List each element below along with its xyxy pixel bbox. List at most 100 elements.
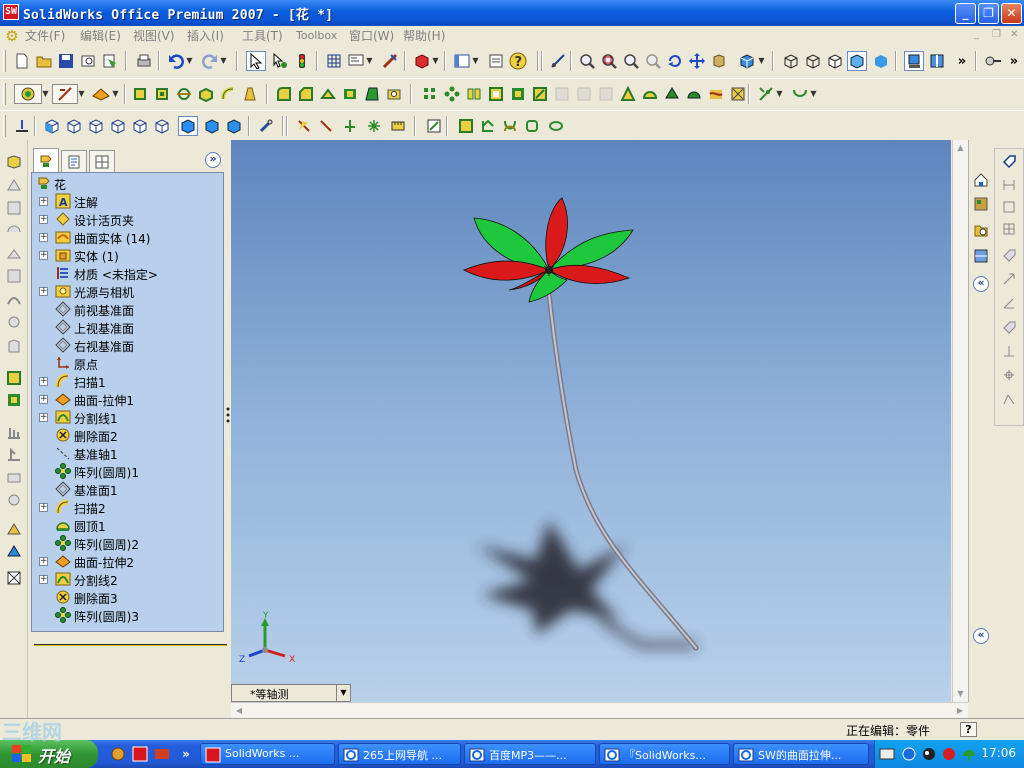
weld-symbol-icon[interactable] [999,365,1019,385]
print-icon[interactable] [134,51,154,71]
tree-item[interactable]: + 曲面实体 (14) [32,228,223,246]
tree-item[interactable]: + A 注解 [32,192,223,210]
quicklaunch-overflow-icon[interactable]: » [176,744,196,764]
tree-item[interactable]: + 实体 (1) [32,246,223,264]
tree-expand-icon[interactable]: + [39,377,48,386]
notes-icon[interactable] [486,51,506,71]
configuration-manager-tab[interactable] [89,150,115,172]
knit-tool-icon[interactable] [4,244,24,264]
start-button[interactable]: 开始 [0,740,98,768]
new-document-icon[interactable] [12,51,32,71]
rotate-view-icon[interactable] [665,51,685,71]
photoworks-dropdown-icon[interactable]: ▼ [432,51,439,71]
tree-item[interactable]: 材质 <未指定> [32,264,223,282]
normal-to-icon[interactable] [12,116,32,136]
grid-snap-icon[interactable] [999,219,1019,239]
taskbar-task-solidworks[interactable]: SolidWorks ... [200,743,335,765]
menu-file[interactable]: 文件(F) [25,28,65,44]
tree-item[interactable]: 删除面2 [32,426,223,444]
view-orientation-dropdown-icon[interactable]: ▼ [758,51,765,71]
tree-expand-icon[interactable]: + [39,215,48,224]
close-button[interactable]: ✕ [1001,3,1022,24]
shell-icon[interactable] [340,84,360,104]
ruler-icon[interactable] [388,116,408,136]
point-icon[interactable] [364,116,384,136]
cut-revolve-icon[interactable] [508,84,528,104]
sketch-entity-icon[interactable] [294,116,314,136]
tree-item[interactable]: 右视基准面 [32,336,223,354]
tree-expand-icon[interactable]: + [39,413,48,422]
status-help-button[interactable]: ? [960,722,977,737]
section-view-icon[interactable] [927,51,947,71]
boundary-tool-icon[interactable] [4,176,24,196]
chamfer-icon[interactable] [296,84,316,104]
menu-toolbox[interactable]: Toolbox [296,28,337,44]
cut-sweep-icon[interactable] [530,84,550,104]
taskbar-task-browser-2[interactable]: 百度MP3——... [464,743,596,765]
tree-item[interactable]: 阵列(圆周)3 [32,606,223,624]
undo-dropdown-icon[interactable]: ▼ [186,51,193,71]
tree-item[interactable]: 圆顶1 [32,516,223,534]
move-face-icon[interactable] [4,422,24,442]
sketch-icon[interactable] [380,51,400,71]
cut-thicken-icon[interactable] [596,84,616,104]
datum-icon[interactable] [999,317,1019,337]
loft-tool-icon[interactable] [4,152,24,172]
design-library-icon[interactable] [971,194,991,214]
tree-item[interactable]: 上视基准面 [32,318,223,336]
grid-icon[interactable] [324,51,344,71]
linear-pattern-icon[interactable] [420,84,440,104]
zoom-area-icon[interactable] [599,51,619,71]
tree-item[interactable]: + 光源与相机 [32,282,223,300]
shaded-with-edges-icon[interactable] [847,51,867,71]
menu-edit[interactable]: 编辑(E) [80,28,121,44]
vertical-scrollbar[interactable]: ▲ ▼ [952,140,968,702]
cone-icon[interactable] [618,84,638,104]
sweep-feature-icon[interactable] [218,84,238,104]
tree-item[interactable]: 阵列(圆周)1 [32,462,223,480]
scroll-right-icon[interactable]: ▶ [952,703,968,718]
rib-icon[interactable] [318,84,338,104]
3d-drawing-view-icon[interactable] [709,51,729,71]
tree-expand-icon[interactable]: + [39,233,48,242]
doc-close-icon[interactable]: ✕ [1010,29,1022,41]
circular-pattern-toolbar-icon[interactable] [442,84,462,104]
tray-security-icon[interactable] [939,744,959,764]
tray-back-icon[interactable] [899,744,919,764]
doc-restore-icon[interactable]: ❐ [992,29,1004,41]
offset-tool-icon[interactable] [4,290,24,310]
tag-icon[interactable] [999,245,1019,265]
cut-boundary-icon[interactable] [574,84,594,104]
mid-surface-icon[interactable] [4,542,24,562]
expand-panel-button[interactable]: » [205,152,221,168]
restore-button[interactable]: ❐ [978,3,999,24]
menu-tools[interactable]: 工具(T) [242,28,283,44]
angle-icon[interactable] [999,293,1019,313]
scroll-down-icon[interactable]: ▼ [953,686,968,702]
flex-icon[interactable] [684,84,704,104]
view-orientation-icon[interactable] [737,51,757,71]
make-drawing-icon[interactable] [100,51,120,71]
scroll-up-icon[interactable]: ▲ [953,140,968,156]
right-view-icon[interactable] [108,116,128,136]
mirror-icon[interactable] [464,84,484,104]
tree-root[interactable]: 花 [32,174,223,192]
open-folder-icon[interactable] [34,51,54,71]
untrim-icon[interactable] [4,490,24,510]
wireframe-icon[interactable] [781,51,801,71]
shadows-icon[interactable] [904,51,924,71]
curves-icon[interactable] [790,84,810,104]
menu-insert[interactable]: 插入(I) [187,28,224,44]
tree-item[interactable]: + 设计活页夹 [32,210,223,228]
bottom-view-icon[interactable] [152,116,172,136]
quicklaunch-app-icon[interactable] [108,744,128,764]
feature-type-icon[interactable] [14,84,42,104]
tree-item[interactable]: 删除面3 [32,588,223,606]
tree-item[interactable]: 前视基准面 [32,300,223,318]
graphics-area[interactable]: Y X Z [231,140,951,702]
insert-sketch-icon[interactable] [424,116,444,136]
sketch-type-dropdown-icon[interactable]: ▼ [78,84,85,104]
pan-icon[interactable] [687,51,707,71]
hole-wizard-icon[interactable] [384,84,404,104]
flower-model[interactable] [231,140,951,702]
